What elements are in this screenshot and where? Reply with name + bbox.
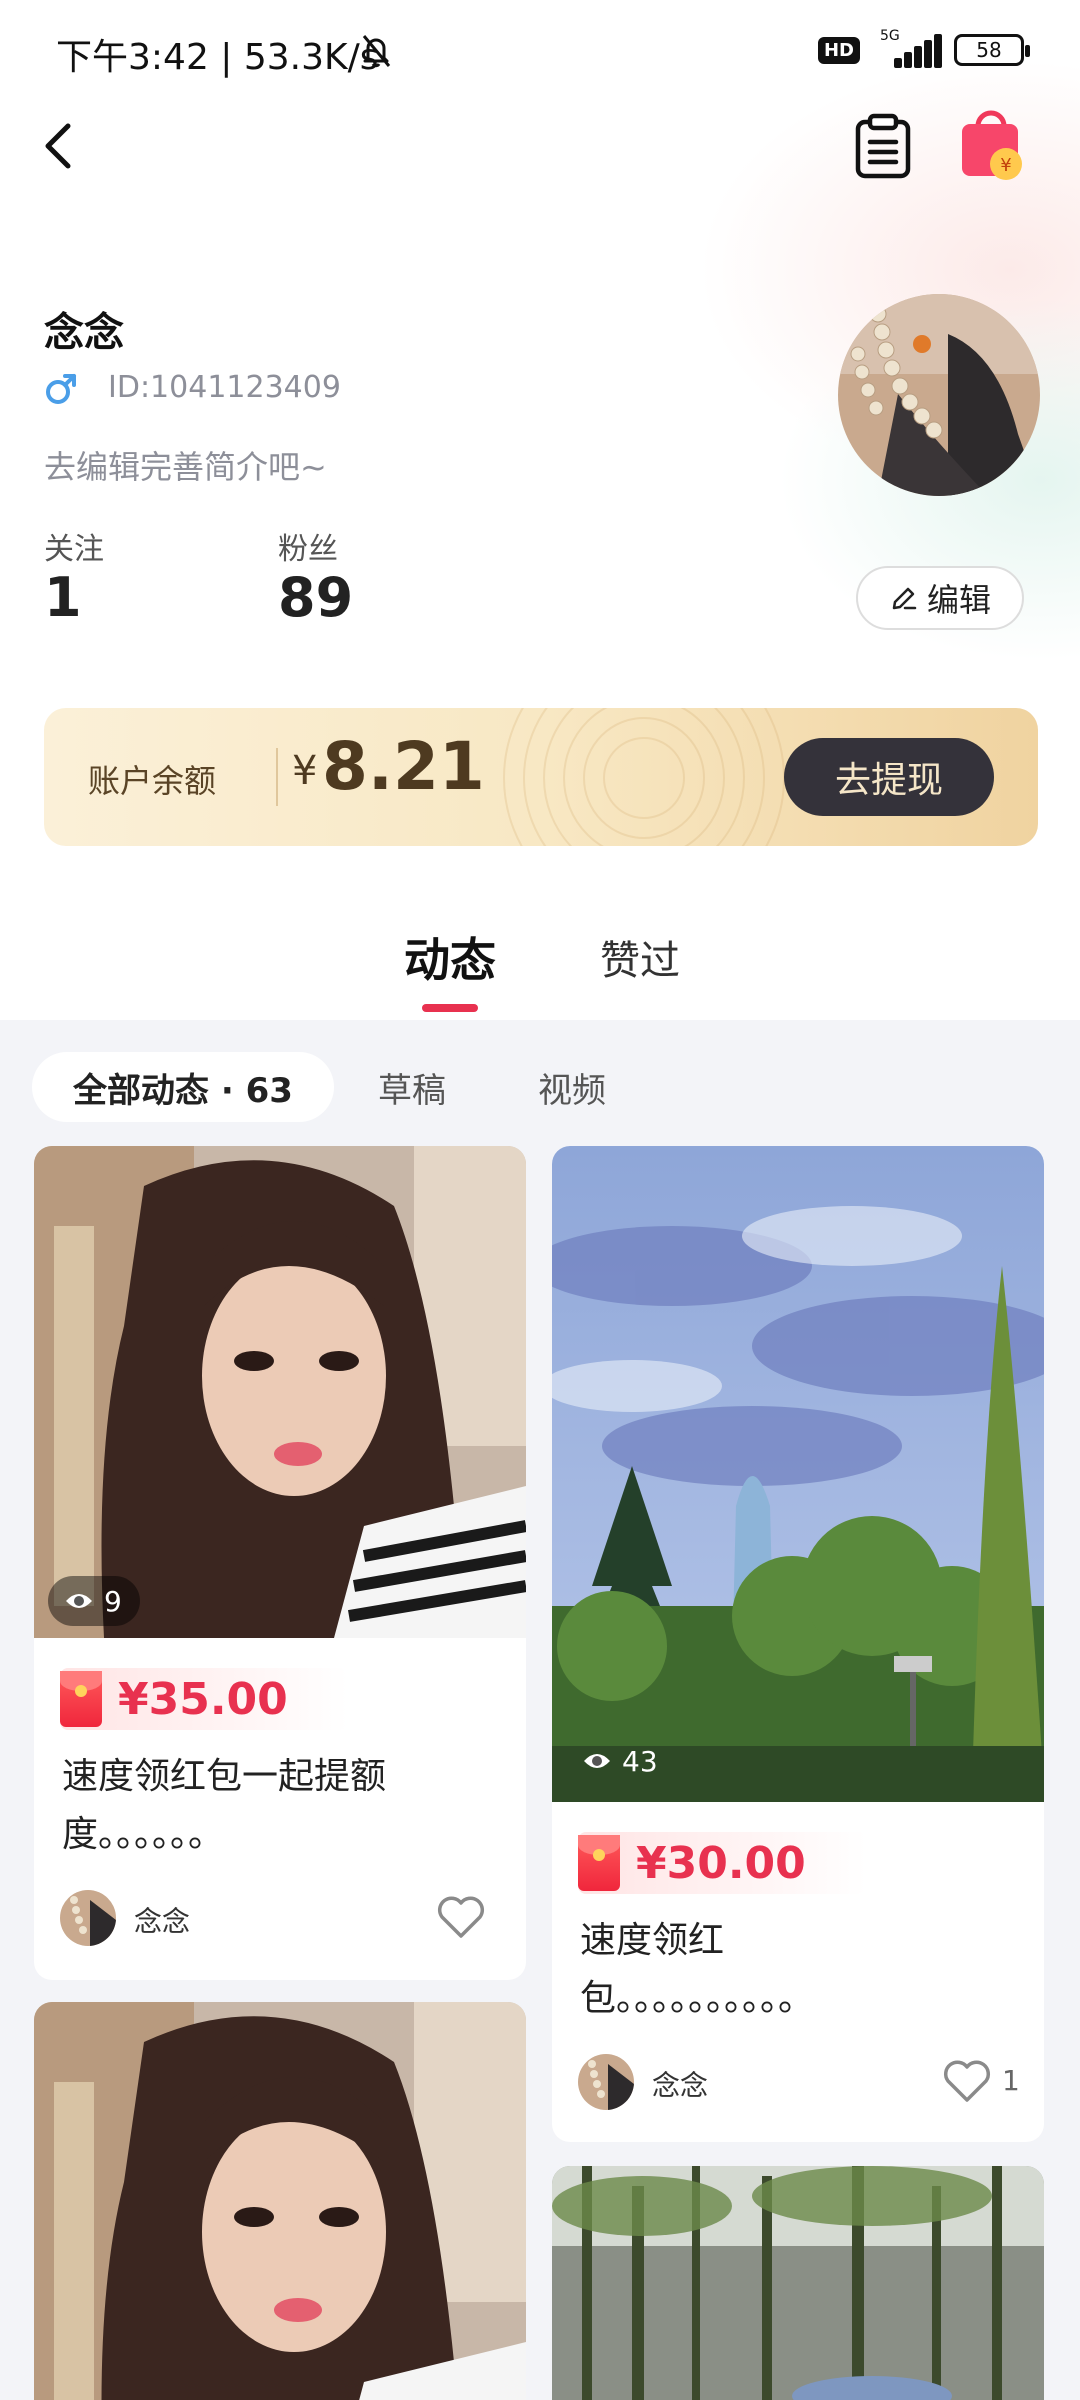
post-card[interactable] xyxy=(552,2166,1044,2400)
status-time: 下午3:42 | 53.3K/s xyxy=(56,37,379,78)
chevron-left-icon[interactable] xyxy=(38,112,82,180)
eye-icon xyxy=(66,1594,92,1608)
bell-off-icon xyxy=(362,35,391,68)
post-image xyxy=(34,2002,526,2400)
red-packet-icon xyxy=(578,1835,620,1891)
battery-level: 58 xyxy=(976,38,1002,62)
following-count[interactable]: 1 xyxy=(44,566,82,629)
post-card[interactable]: 9 ¥35.00 速度领红包一起提额 度。。。。。。 念念 xyxy=(34,1146,526,1980)
fans-label: 粉丝 xyxy=(278,532,338,567)
filter-videos[interactable]: 视频 xyxy=(538,1052,606,1122)
post-image xyxy=(552,2166,1044,2400)
battery-icon: 58 xyxy=(954,34,1030,66)
edit-profile-button[interactable]: 编辑 xyxy=(856,566,1024,630)
red-packet-amount: ¥35.00 xyxy=(60,1668,348,1730)
nickname: 念念 xyxy=(44,310,124,356)
avatar[interactable] xyxy=(838,294,1040,496)
user-id: ID:1041123409 xyxy=(108,370,341,405)
edit-label: 编辑 xyxy=(926,581,991,619)
svg-text:¥: ¥ xyxy=(1000,155,1011,176)
network-type: 5G xyxy=(880,28,900,44)
post-image xyxy=(34,1146,526,1638)
filter-all-posts[interactable]: 全部动态 · 63 xyxy=(32,1052,334,1122)
bio-prompt[interactable]: 去编辑完善简介吧~ xyxy=(44,442,327,488)
decorative-rings xyxy=(503,708,785,846)
post-reward: ¥30.00 xyxy=(636,1837,806,1889)
author-name: 念念 xyxy=(134,1905,191,1938)
profile-header xyxy=(0,0,1080,1020)
post-text-line: 包。。。。。。。。。。 xyxy=(580,1978,815,2019)
male-icon xyxy=(46,374,76,404)
balance-label: 账户余额 xyxy=(88,762,217,800)
post-text-line: 速度领红 xyxy=(580,1920,725,1961)
tab-liked[interactable]: 赞过 xyxy=(600,928,680,986)
filter-drafts[interactable]: 草稿 xyxy=(378,1052,446,1122)
tab-moments[interactable]: 动态 xyxy=(404,924,496,990)
balance-card: 账户余额 ¥ 8.21 去提现 xyxy=(44,708,1038,846)
active-tab-indicator xyxy=(422,1004,478,1012)
status-bar: 下午3:42 | 53.3K/s HD 5G 58 xyxy=(0,0,1080,100)
hd-badge: HD xyxy=(817,36,860,64)
post-text: 速度领红包一起提额 度。。。。。。 xyxy=(62,1748,386,1864)
post-card[interactable]: 43 ¥30.00 速度领红 包。。。。。。。。。。 念念 1 xyxy=(552,1146,1044,2142)
post-text: 速度领红 包。。。。。。。。。。 xyxy=(580,1912,814,2028)
heart-icon[interactable] xyxy=(942,2058,992,2104)
following-label: 关注 xyxy=(44,532,104,567)
view-count-badge: 9 xyxy=(48,1576,140,1626)
divider xyxy=(276,748,278,806)
view-count: 43 xyxy=(622,1744,658,1778)
signal-icon: 5G xyxy=(872,28,942,70)
clipboard-icon[interactable] xyxy=(852,112,914,180)
pencil-icon xyxy=(892,587,917,610)
red-packet-icon xyxy=(60,1671,102,1727)
author-avatar[interactable] xyxy=(578,2054,634,2110)
post-card[interactable] xyxy=(34,2002,526,2400)
withdraw-button[interactable]: 去提现 xyxy=(784,738,994,816)
shopping-bag-icon[interactable]: ¥ xyxy=(956,108,1026,182)
like-count: 1 xyxy=(1002,2064,1020,2097)
post-image xyxy=(552,1146,1044,1802)
author-name: 念念 xyxy=(652,2069,709,2102)
currency-symbol: ¥ xyxy=(292,748,318,794)
balance-amount: 8.21 xyxy=(322,728,485,805)
author-avatar[interactable] xyxy=(60,1890,116,1946)
eye-icon xyxy=(584,1754,610,1768)
view-count: 9 xyxy=(104,1584,122,1618)
post-reward: ¥35.00 xyxy=(118,1673,288,1725)
view-count-badge: 43 xyxy=(566,1736,676,1786)
post-text-line: 速度领红包一起提额 xyxy=(62,1756,387,1797)
red-packet-amount: ¥30.00 xyxy=(578,1832,866,1894)
fans-count[interactable]: 89 xyxy=(278,566,353,629)
post-text-line: 度。。。。。。 xyxy=(62,1814,225,1855)
heart-icon[interactable] xyxy=(436,1894,486,1940)
status-indicators: HD 5G 58 xyxy=(817,28,1030,70)
